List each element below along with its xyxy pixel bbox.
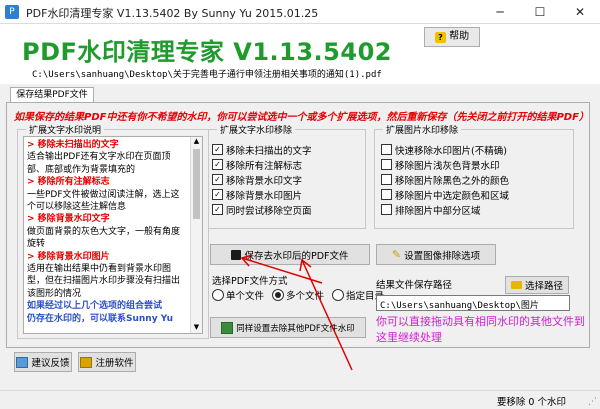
status-text: 要移除 0 个水印 (496, 397, 566, 408)
status-bar: 要移除 0 个水印 ⋰ (0, 390, 600, 409)
resize-grip-icon[interactable]: ⋰ (588, 397, 597, 407)
arrow-to-hint (301, 259, 353, 371)
annotation-arrows (240, 254, 353, 371)
